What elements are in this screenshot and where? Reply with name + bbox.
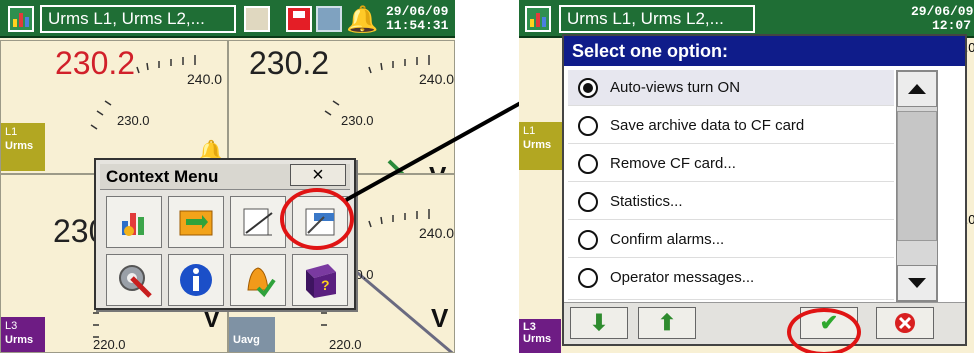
- chip-label: Urms: [523, 333, 552, 345]
- option-confirm-alarms[interactable]: Confirm alarms...: [568, 222, 894, 258]
- refresh-icon[interactable]: [168, 196, 224, 248]
- info-icon[interactable]: [168, 254, 224, 306]
- highlight-circle: [787, 308, 861, 353]
- time: 12:07: [931, 18, 971, 33]
- window-title[interactable]: Urms L1, Urms L2,...: [559, 5, 755, 33]
- scroll-thumb[interactable]: [897, 111, 937, 241]
- save-icon[interactable]: [286, 6, 312, 32]
- chip-label: Uavg: [233, 334, 260, 346]
- dialog-title: Select one option:: [564, 36, 965, 66]
- scale-high: 240.0: [419, 225, 455, 241]
- alarm-icon[interactable]: [230, 254, 286, 306]
- alarm-bell-icon[interactable]: 🔔: [346, 4, 378, 34]
- date: 29/06/09: [386, 4, 449, 19]
- cancel-icon: [895, 313, 915, 333]
- option-remove-cf[interactable]: Remove CF card...: [568, 146, 894, 182]
- display-icon[interactable]: [316, 6, 342, 32]
- datetime: 29/06/09 11:54:31: [386, 5, 448, 33]
- chip-label: Urms: [5, 334, 34, 346]
- chart-icon[interactable]: [106, 196, 162, 248]
- chip-label: Urms: [5, 140, 34, 152]
- channel-chip: L1 Urms: [1, 123, 45, 171]
- chip-label: Urms: [523, 139, 552, 151]
- radio-icon[interactable]: [578, 116, 598, 136]
- radio-icon[interactable]: [578, 230, 598, 250]
- chip-line: L1: [5, 126, 18, 138]
- option-operator-messages[interactable]: Operator messages...: [568, 260, 894, 300]
- radio-selected-icon[interactable]: [578, 78, 598, 98]
- scroll-up-button[interactable]: [897, 71, 937, 107]
- close-button[interactable]: ×: [290, 164, 346, 186]
- title-bar: Urms L1, Urms L2,... 29/06/09 12:07: [519, 0, 974, 38]
- radio-icon[interactable]: [578, 154, 598, 174]
- scrollbar[interactable]: [896, 70, 938, 302]
- notepad-icon[interactable]: [230, 196, 286, 248]
- settings-icon[interactable]: [106, 254, 162, 306]
- cancel-button[interactable]: [876, 307, 934, 339]
- title-bar: Urms L1, Urms L2,... 🔔 29/06/09 11:54:31: [0, 0, 455, 38]
- svg-text:?: ?: [321, 277, 330, 293]
- datetime: 29/06/09 12:07: [911, 4, 974, 33]
- date: 29/06/09: [911, 4, 974, 19]
- arrow-down-icon: ⬇: [589, 310, 609, 335]
- scale-mid: 230.0: [117, 113, 150, 128]
- channel-chip: L3 Urms: [1, 317, 45, 352]
- chart-icon[interactable]: [8, 6, 34, 32]
- gauge-urms-l1[interactable]: 230.2 240.0 230.0 🔔 L1 Urms: [0, 40, 228, 174]
- scale-high: 240.0: [187, 71, 223, 87]
- unit-label: V: [431, 303, 449, 333]
- scale-low: 220.0: [329, 337, 362, 352]
- window-icon[interactable]: [244, 6, 270, 32]
- window-title[interactable]: Urms L1, Urms L2,...: [40, 5, 236, 33]
- option-auto-views[interactable]: Auto-views turn ON: [568, 70, 894, 106]
- radio-icon[interactable]: [578, 192, 598, 212]
- channel-chip: Uavg: [229, 317, 275, 352]
- radio-icon[interactable]: [578, 268, 598, 288]
- channel-chip: L1 Urms: [519, 122, 563, 170]
- chart-icon[interactable]: [525, 6, 551, 32]
- dialog-footer: ⬇ ⬆ ✔: [564, 302, 965, 344]
- help-book-icon[interactable]: ?: [292, 254, 348, 306]
- scroll-down-button[interactable]: [897, 265, 937, 301]
- option-statistics[interactable]: Statistics...: [568, 184, 894, 220]
- channel-chip: L3 Urms: [519, 319, 561, 353]
- scale-low: 220.0: [93, 337, 126, 352]
- chip-line: L3: [5, 320, 18, 332]
- move-up-button[interactable]: ⬆: [638, 307, 696, 339]
- triangle-down-icon: [908, 278, 926, 288]
- time: 11:54:31: [386, 18, 449, 33]
- move-down-button[interactable]: ⬇: [570, 307, 628, 339]
- right-screen: Urms L1, Urms L2,... 29/06/09 12:07 L1 U…: [519, 0, 974, 353]
- triangle-up-icon: [908, 84, 926, 94]
- select-option-dialog: Select one option: Auto-views turn ON Sa…: [562, 34, 967, 346]
- chip-line: L1: [523, 125, 536, 137]
- arrow-up-icon: ⬆: [657, 310, 677, 335]
- chip-line: L3: [523, 321, 536, 333]
- option-save-archive[interactable]: Save archive data to CF card: [568, 108, 894, 144]
